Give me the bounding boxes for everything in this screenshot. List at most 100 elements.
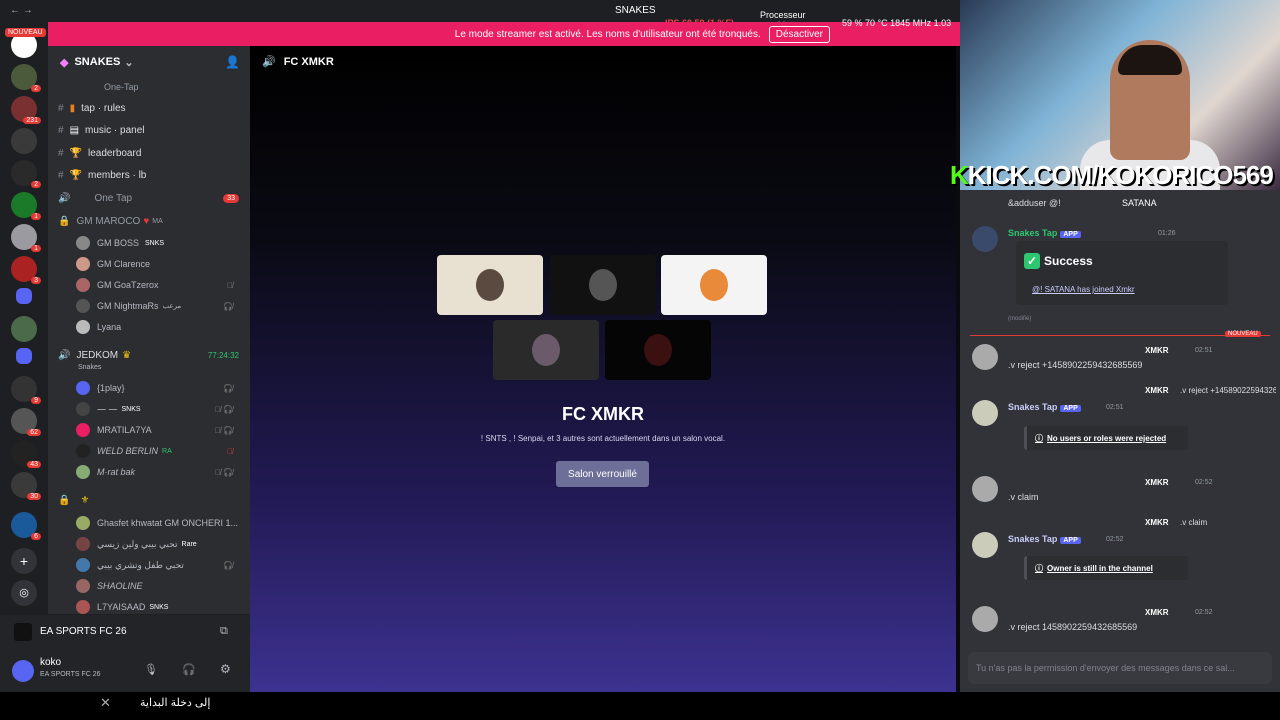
voice-member[interactable]: تحبي بيبي ولين زيسي Rare [76, 534, 241, 554]
member-name: M·rat bak [97, 467, 136, 477]
voice-member[interactable]: Ghasfet khwatat GM ONCHERI 1... [76, 513, 241, 533]
username[interactable]: koko [40, 657, 61, 668]
voice-member[interactable]: MRATILA7YA 🎙̸ 🎧̸ [76, 420, 241, 440]
avatar [476, 269, 504, 301]
avatar [76, 299, 90, 313]
member-name: تحبي طفل وتشري بيبي [97, 559, 184, 570]
voice-member[interactable]: 一 一 SNKS 🎙̸ 🎧̸ [76, 399, 241, 419]
server-icon[interactable]: 2 [11, 64, 41, 92]
mention[interactable]: SATANA [1122, 198, 1157, 208]
unread-badge: 3 [31, 277, 41, 284]
guild-header[interactable]: ◆ SNAKES ⌄ 👤 [48, 46, 250, 78]
screen-share-icon[interactable]: ⧉ [220, 625, 228, 638]
avatar [589, 269, 617, 301]
server-rail: NOUVEAU 2 231 2 1 1 3 9 62 43 30 6 + ◎ [0, 22, 48, 692]
channel-leaderboard[interactable]: # 🏆 leaderboard [58, 143, 243, 163]
avatar [76, 402, 90, 416]
server-icon[interactable] [11, 128, 37, 154]
participant-tile[interactable] [437, 255, 543, 315]
author-name[interactable]: XMKR [1145, 478, 1169, 487]
voice-channel-maroco[interactable]: 🔒 GM MAROCO ♥ MA [58, 211, 243, 231]
reply-preview[interactable]: .v reject +1458902259432685569 [1180, 386, 1276, 395]
reply-preview[interactable]: .v claim [1180, 518, 1207, 527]
back-icon[interactable]: ← → [10, 5, 33, 16]
member-name: Lyana [97, 322, 122, 332]
avatar[interactable] [972, 476, 998, 502]
voice-member[interactable]: تحبي طفل وتشري بيبي 🎧̸ [76, 555, 241, 575]
success-title: ✓ Success [1024, 253, 1093, 269]
voice-member[interactable]: GM Clarence [76, 254, 241, 274]
server-icon[interactable]: 62 [11, 408, 41, 436]
category-label[interactable]: One-Tap [104, 82, 139, 92]
channel-label: tap · rules [81, 102, 126, 114]
voice-member[interactable]: M·rat bak 🎙̸ 🎧̸ [76, 462, 241, 482]
author-name[interactable]: Snakes Tap APP [1008, 228, 1081, 238]
message-input[interactable]: Tu n'as pas la permission d'envoyer des … [968, 652, 1272, 684]
disable-streamer-button[interactable]: Désactiver [768, 25, 830, 43]
author-name[interactable]: XMKR [1145, 608, 1169, 617]
avatar[interactable] [972, 226, 998, 252]
headphones-icon[interactable]: 🎧 [182, 663, 196, 676]
server-icon[interactable]: 1 [11, 192, 41, 220]
invite-icon[interactable]: 👤 [225, 55, 240, 69]
settings-gear-icon[interactable]: ⚙ [220, 662, 231, 676]
server-icon[interactable]: 1 [11, 224, 41, 252]
server-icon[interactable]: 2 [11, 160, 41, 188]
participant-tile[interactable] [493, 320, 599, 380]
voice-member[interactable]: {1play} 🎧̸ [76, 378, 241, 398]
voice-member[interactable]: WELD BERLIN RA 🎙̸ [76, 441, 241, 461]
member-tag: SNKS [145, 239, 165, 247]
voice-member[interactable]: GM BOSS SNKS [76, 233, 241, 253]
channel-members-lb[interactable]: # 🏆 members · lb [58, 165, 243, 185]
server-icon[interactable] [11, 316, 37, 342]
author-label: Snakes Tap [1008, 402, 1058, 412]
avatar[interactable] [12, 660, 34, 682]
avatar[interactable] [972, 344, 998, 370]
deafen-icon: 🎧̸ [223, 383, 233, 393]
author-name[interactable]: XMKR [1145, 346, 1169, 355]
locked-channel-button[interactable]: Salon verrouillé [556, 461, 649, 487]
voice-member[interactable]: Lyana [76, 317, 241, 337]
avatar[interactable] [972, 400, 998, 426]
member-name: SHAOLINE [97, 581, 143, 591]
folder-icon[interactable] [16, 288, 32, 304]
reply-author[interactable]: XMKR [1145, 518, 1169, 527]
close-icon[interactable]: ✕ [100, 695, 111, 711]
server-icon[interactable]: NOUVEAU [5, 28, 46, 58]
discover-icon[interactable]: ◎ [11, 580, 37, 606]
voice-channel-jedkom[interactable]: 🔊 JEDKOM ♛ 77:24:32 [58, 345, 243, 365]
avatar [76, 278, 90, 292]
folder-icon[interactable] [16, 348, 32, 364]
channel-rules[interactable]: # ▮ tap · rules [58, 98, 243, 118]
voice-member[interactable]: GM NightmaRs مرعب 🎧̸ [76, 296, 241, 316]
voice-stage: 🔊 FC XMKR FC XMKR ! SNTS , ! Senpai, et 3… [250, 46, 956, 692]
avatar [76, 236, 90, 250]
server-icon[interactable]: 231 [11, 96, 41, 124]
voice-member[interactable]: SHAOLINE [76, 576, 241, 596]
member-name: 一 一 [97, 404, 118, 415]
server-icon[interactable]: 6 [11, 512, 41, 540]
success-line[interactable]: @! SATANA has joined Xmkr [1032, 285, 1135, 294]
avatar [76, 320, 90, 334]
server-icon[interactable]: 9 [11, 376, 41, 404]
avatar [76, 600, 90, 614]
participant-tile[interactable] [605, 320, 711, 380]
channel-music[interactable]: # ▤ music · panel [58, 120, 243, 140]
member-tag: RA [162, 447, 172, 455]
author-name[interactable]: Snakes Tap APP [1008, 402, 1081, 412]
participant-tile[interactable] [550, 255, 656, 315]
avatar [76, 381, 90, 395]
voice-channel-locked[interactable]: 🔒 ⚜ [58, 490, 243, 510]
server-icon[interactable]: 3 [11, 256, 41, 284]
avatar[interactable] [972, 532, 998, 558]
participant-tile[interactable] [661, 255, 767, 315]
channel-one-tap[interactable]: 🔊 One Tap 33 [58, 188, 243, 208]
voice-member[interactable]: GM GoaTzerox 🎙̸ [76, 275, 241, 295]
add-server-icon[interactable]: + [11, 548, 37, 574]
reply-author[interactable]: XMKR [1145, 386, 1169, 395]
author-name[interactable]: Snakes Tap APP [1008, 534, 1081, 544]
server-icon[interactable]: 30 [11, 472, 41, 500]
server-icon[interactable]: 43 [11, 440, 41, 468]
microphone-icon[interactable]: 🎙 [144, 663, 158, 676]
avatar[interactable] [972, 606, 998, 632]
